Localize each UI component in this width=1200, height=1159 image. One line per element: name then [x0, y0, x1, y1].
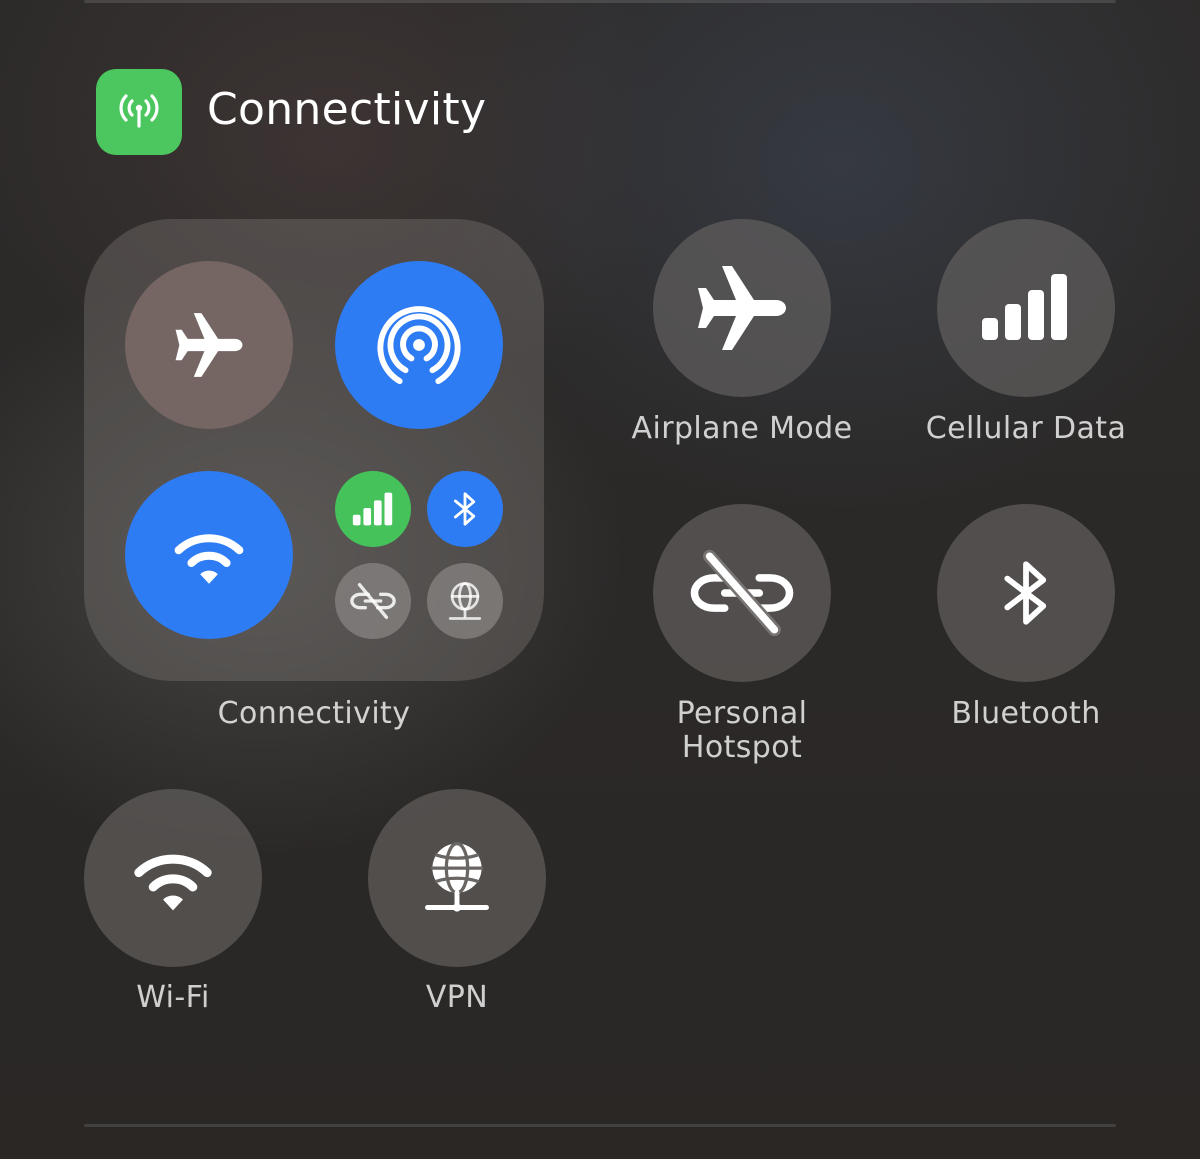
module-hotspot-toggle[interactable]: [335, 563, 411, 639]
bluetooth-button[interactable]: [937, 504, 1115, 682]
personal-hotspot-button[interactable]: [653, 504, 831, 682]
module-wifi-toggle[interactable]: [125, 471, 293, 639]
bluetooth-icon: [1004, 561, 1047, 625]
airplane-icon: [175, 313, 243, 377]
bluetooth-label: Bluetooth: [951, 696, 1101, 731]
airplane-mode-label: Airplane Mode: [631, 411, 853, 446]
vpn-label: VPN: [425, 980, 489, 1015]
airplane-icon: [698, 266, 786, 350]
cellular-bars-icon: [352, 492, 393, 526]
cellular-data-button[interactable]: [937, 219, 1115, 397]
antenna-radiowaves-icon: [96, 69, 182, 155]
personal-hotspot-label-line1: Personal: [676, 696, 808, 731]
wifi-icon: [174, 534, 244, 584]
personal-hotspot-label-line2: Hotspot: [681, 730, 803, 765]
connectivity-module[interactable]: [84, 219, 544, 681]
hotspot-link-slash-icon: [690, 549, 794, 637]
personal-hotspot-label: Personal Hotspot: [592, 697, 892, 765]
wifi-button[interactable]: [84, 789, 262, 967]
section-title: Connectivity: [207, 84, 487, 135]
hotspot-link-slash-icon: [350, 583, 396, 619]
vpn-globe-icon: [448, 582, 482, 620]
connectivity-label: Connectivity: [217, 696, 411, 731]
bottom-divider: [84, 1124, 1116, 1127]
airdrop-icon: [377, 306, 461, 385]
module-cellular-toggle[interactable]: [335, 471, 411, 547]
module-airdrop-toggle[interactable]: [335, 261, 503, 429]
cellular-data-label: Cellular Data: [925, 411, 1127, 446]
bluetooth-icon: [454, 492, 476, 526]
wifi-label: Wi-Fi: [136, 980, 210, 1015]
cellular-bars-icon: [982, 274, 1067, 340]
module-airplane-toggle[interactable]: [125, 261, 293, 429]
vpn-globe-icon: [425, 841, 489, 912]
vpn-button[interactable]: [368, 789, 546, 967]
module-vpn-toggle[interactable]: [427, 563, 503, 639]
module-bluetooth-toggle[interactable]: [427, 471, 503, 547]
airplane-mode-button[interactable]: [653, 219, 831, 397]
wifi-icon: [134, 854, 212, 911]
top-divider: [84, 0, 1116, 3]
